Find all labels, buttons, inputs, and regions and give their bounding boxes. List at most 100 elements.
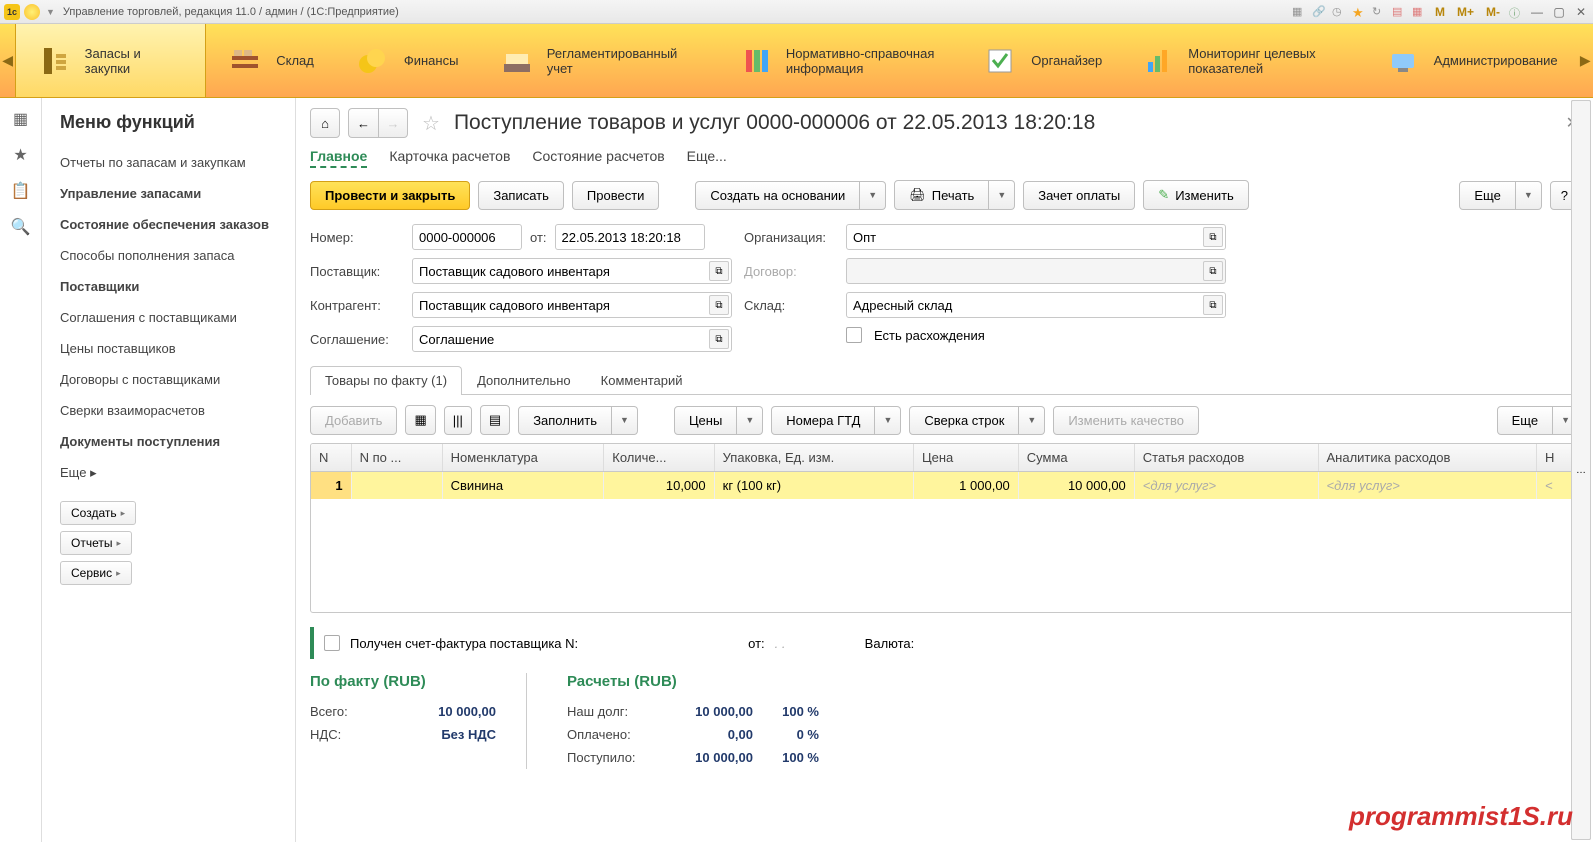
contract-field[interactable]: ⧉: [846, 258, 1226, 284]
ribbon-item-monitoring[interactable]: Мониторинг целевых показателей: [1122, 24, 1363, 97]
history-icon[interactable]: ◷: [1332, 5, 1346, 19]
func-menu-item[interactable]: Договоры с поставщиками: [60, 364, 277, 395]
organization-field[interactable]: Опт⧉: [846, 224, 1226, 250]
table-header[interactable]: Сумма: [1018, 444, 1134, 472]
func-menu-item[interactable]: Соглашения с поставщиками: [60, 302, 277, 333]
table-header[interactable]: Аналитика расходов: [1318, 444, 1537, 472]
supplier-field[interactable]: Поставщик садового инвентаря⧉: [412, 258, 732, 284]
table-header[interactable]: Количе...: [604, 444, 714, 472]
func-menu-button[interactable]: Отчеты: [60, 531, 132, 555]
func-menu-item[interactable]: Отчеты по запасам и закупкам: [60, 147, 277, 178]
func-menu-item[interactable]: Поставщики: [60, 271, 277, 302]
func-menu-item[interactable]: Способы пополнения запаса: [60, 240, 277, 271]
table-header[interactable]: Упаковка, Ед. изм.: [714, 444, 913, 472]
menu-more[interactable]: Еще ▸: [60, 457, 277, 489]
tab-comment[interactable]: Комментарий: [586, 366, 698, 394]
memory-mplus-button[interactable]: M+: [1454, 5, 1477, 19]
save-button[interactable]: Записать: [478, 181, 564, 210]
func-menu-item[interactable]: Цены поставщиков: [60, 333, 277, 364]
gtd-button[interactable]: Номера ГТД: [771, 406, 875, 435]
minimize-icon[interactable]: —: [1529, 5, 1545, 19]
ribbon-item-regulated[interactable]: Регламентированный учет: [478, 24, 719, 97]
home-button[interactable]: ⌂: [310, 108, 340, 138]
number-field[interactable]: 0000-000006: [412, 224, 522, 250]
main-menu-dropdown-icon[interactable]: [24, 4, 40, 20]
payment-offset-button[interactable]: Зачет оплаты: [1023, 181, 1135, 210]
table-cell[interactable]: кг (100 кг): [714, 472, 913, 500]
fill-button[interactable]: Заполнить: [518, 406, 612, 435]
table-cell[interactable]: 1 000,00: [913, 472, 1018, 500]
prices-button[interactable]: Цены: [674, 406, 737, 435]
tab-additional[interactable]: Дополнительно: [462, 366, 586, 394]
table-cell[interactable]: <для услуг>: [1318, 472, 1537, 500]
func-menu-button[interactable]: Создать: [60, 501, 136, 525]
apps-grid-icon[interactable]: ▦: [12, 110, 30, 128]
change-quality-button[interactable]: Изменить качество: [1053, 406, 1199, 435]
edit-button[interactable]: ✎Изменить: [1143, 180, 1249, 210]
memory-mminus-button[interactable]: M-: [1483, 5, 1503, 19]
func-menu-item[interactable]: Сверки взаиморасчетов: [60, 395, 277, 426]
print-button[interactable]: 🖨Печать: [894, 180, 989, 210]
differs-checkbox[interactable]: [846, 327, 862, 343]
ribbon-prev-icon[interactable]: ◀: [0, 24, 15, 97]
table-cell[interactable]: [351, 472, 442, 500]
back-button[interactable]: ←: [348, 108, 378, 138]
currency-picker-icon[interactable]: …: [1571, 100, 1591, 840]
table-cell[interactable]: <для услуг>: [1134, 472, 1318, 500]
table-cell[interactable]: 10,000: [604, 472, 714, 500]
copy-down-icon[interactable]: ▤: [480, 405, 510, 435]
panels-icon[interactable]: ▦: [1292, 5, 1306, 19]
forward-button[interactable]: →: [378, 108, 408, 138]
clipboard-icon[interactable]: 📋: [12, 182, 30, 200]
memory-m-button[interactable]: M: [1432, 5, 1448, 19]
bookmark-icon[interactable]: ☆: [416, 111, 446, 136]
tab-items-fact[interactable]: Товары по факту (1): [310, 366, 462, 394]
items-table[interactable]: NN по ...НоменклатураКоличе...Упаковка, …: [310, 443, 1579, 613]
ribbon-item-admin[interactable]: Администрирование: [1364, 24, 1578, 97]
func-menu-button[interactable]: Сервис: [60, 561, 132, 585]
ribbon-next-icon[interactable]: ▶: [1578, 24, 1593, 97]
link-icon[interactable]: 🔗: [1312, 5, 1326, 19]
table-header[interactable]: N по ...: [351, 444, 442, 472]
ribbon-item-organizer[interactable]: Органайзер: [961, 24, 1122, 97]
func-menu-item[interactable]: Документы поступления: [60, 426, 277, 457]
reconcile-dropdown[interactable]: ▼: [1019, 406, 1045, 435]
more-button[interactable]: Еще: [1459, 181, 1515, 210]
table-header[interactable]: Номенклатура: [442, 444, 604, 472]
tab-payment-card[interactable]: Карточка расчетов: [389, 148, 510, 168]
table-cell[interactable]: 1: [311, 472, 351, 500]
ribbon-item-warehouse[interactable]: Склад: [206, 24, 334, 97]
add-row-button[interactable]: Добавить: [310, 406, 397, 435]
ribbon-item-inventory[interactable]: Запасы и закупки: [15, 24, 206, 97]
warehouse-picker-icon[interactable]: ⧉: [1203, 295, 1223, 315]
agreement-picker-icon[interactable]: ⧉: [709, 329, 729, 349]
post-close-button[interactable]: Провести и закрыть: [310, 181, 470, 210]
create-based-button[interactable]: Создать на основании: [695, 181, 860, 210]
func-menu-item[interactable]: Управление запасами: [60, 178, 277, 209]
counterparty-picker-icon[interactable]: ⧉: [709, 295, 729, 315]
post-button[interactable]: Провести: [572, 181, 660, 210]
barcode-icon[interactable]: |||: [444, 406, 472, 435]
contract-picker-icon[interactable]: ⧉: [1203, 261, 1223, 281]
fill-dropdown[interactable]: ▼: [612, 406, 638, 435]
maximize-icon[interactable]: ▢: [1551, 5, 1567, 19]
table-cell[interactable]: 10 000,00: [1018, 472, 1134, 500]
organization-picker-icon[interactable]: ⧉: [1203, 227, 1223, 247]
counterparty-field[interactable]: Поставщик садового инвентаря⧉: [412, 292, 732, 318]
invoice-date-field[interactable]: . .▦: [775, 636, 855, 651]
gtd-dropdown[interactable]: ▼: [875, 406, 901, 435]
reconcile-button[interactable]: Сверка строк: [909, 406, 1019, 435]
table-header[interactable]: N: [311, 444, 351, 472]
favorite-rail-icon[interactable]: ★: [12, 146, 30, 164]
refresh-icon[interactable]: ↻: [1372, 5, 1386, 19]
calculator-icon[interactable]: ▤: [1392, 5, 1406, 19]
agreement-field[interactable]: Соглашение⧉: [412, 326, 732, 352]
warehouse-field[interactable]: Адресный склад⧉: [846, 292, 1226, 318]
table-more-button[interactable]: Еще: [1497, 406, 1553, 435]
ribbon-item-finance[interactable]: Финансы: [334, 24, 479, 97]
prices-dropdown[interactable]: ▼: [737, 406, 763, 435]
invoice-received-checkbox[interactable]: [324, 635, 340, 651]
close-icon[interactable]: ✕: [1573, 5, 1589, 19]
supplier-picker-icon[interactable]: ⧉: [709, 261, 729, 281]
create-based-dropdown[interactable]: ▼: [860, 181, 886, 210]
